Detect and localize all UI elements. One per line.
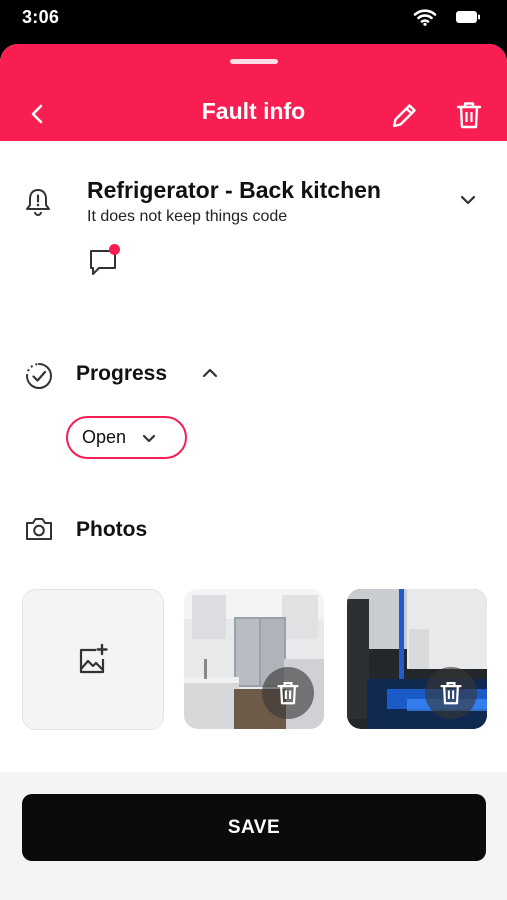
footer: SAVE bbox=[0, 772, 507, 900]
fault-description: It does not keep things code bbox=[87, 208, 288, 225]
add-photo-icon bbox=[79, 643, 108, 673]
status-time: 3:06 bbox=[22, 7, 60, 27]
status-icons bbox=[413, 8, 481, 26]
unread-dot bbox=[109, 244, 120, 255]
page-title: Fault info bbox=[201, 98, 306, 124]
delete-photo-button[interactable] bbox=[262, 667, 314, 719]
photo-thumbnail-2[interactable] bbox=[347, 589, 487, 729]
edit-button[interactable] bbox=[390, 100, 420, 130]
trash-icon bbox=[456, 102, 482, 129]
trash-icon bbox=[440, 682, 462, 705]
add-photo-button[interactable] bbox=[22, 589, 164, 730]
status-bar: 3:06 bbox=[0, 0, 507, 44]
battery-icon bbox=[456, 11, 480, 23]
trash-icon bbox=[277, 682, 299, 705]
pencil-icon bbox=[392, 104, 416, 128]
status-dropdown[interactable]: Open bbox=[66, 416, 187, 459]
wifi-icon bbox=[413, 9, 437, 26]
fault-info-sheet: Fault info Refrigerator - Back kitchen I… bbox=[0, 44, 507, 900]
delete-button[interactable] bbox=[455, 100, 483, 130]
fault-title: Refrigerator - Back kitchen bbox=[87, 177, 381, 203]
progress-check-icon bbox=[26, 363, 52, 389]
photos-label: Photos bbox=[76, 518, 148, 541]
alert-bell-icon bbox=[26, 189, 50, 216]
status-value: Open bbox=[82, 427, 127, 447]
photo-thumbnail-1[interactable] bbox=[184, 589, 324, 729]
header: Fault info bbox=[0, 44, 507, 141]
save-button[interactable]: SAVE bbox=[22, 794, 486, 861]
camera-icon bbox=[26, 518, 52, 540]
sheet-grabber[interactable] bbox=[230, 59, 278, 64]
chevron-down-icon[interactable] bbox=[456, 188, 480, 212]
chevron-down-icon bbox=[142, 434, 156, 442]
chevron-up-icon[interactable] bbox=[199, 362, 221, 384]
progress-label: Progress bbox=[76, 362, 168, 385]
delete-photo-button[interactable] bbox=[425, 667, 477, 719]
comment-button[interactable] bbox=[88, 244, 122, 278]
